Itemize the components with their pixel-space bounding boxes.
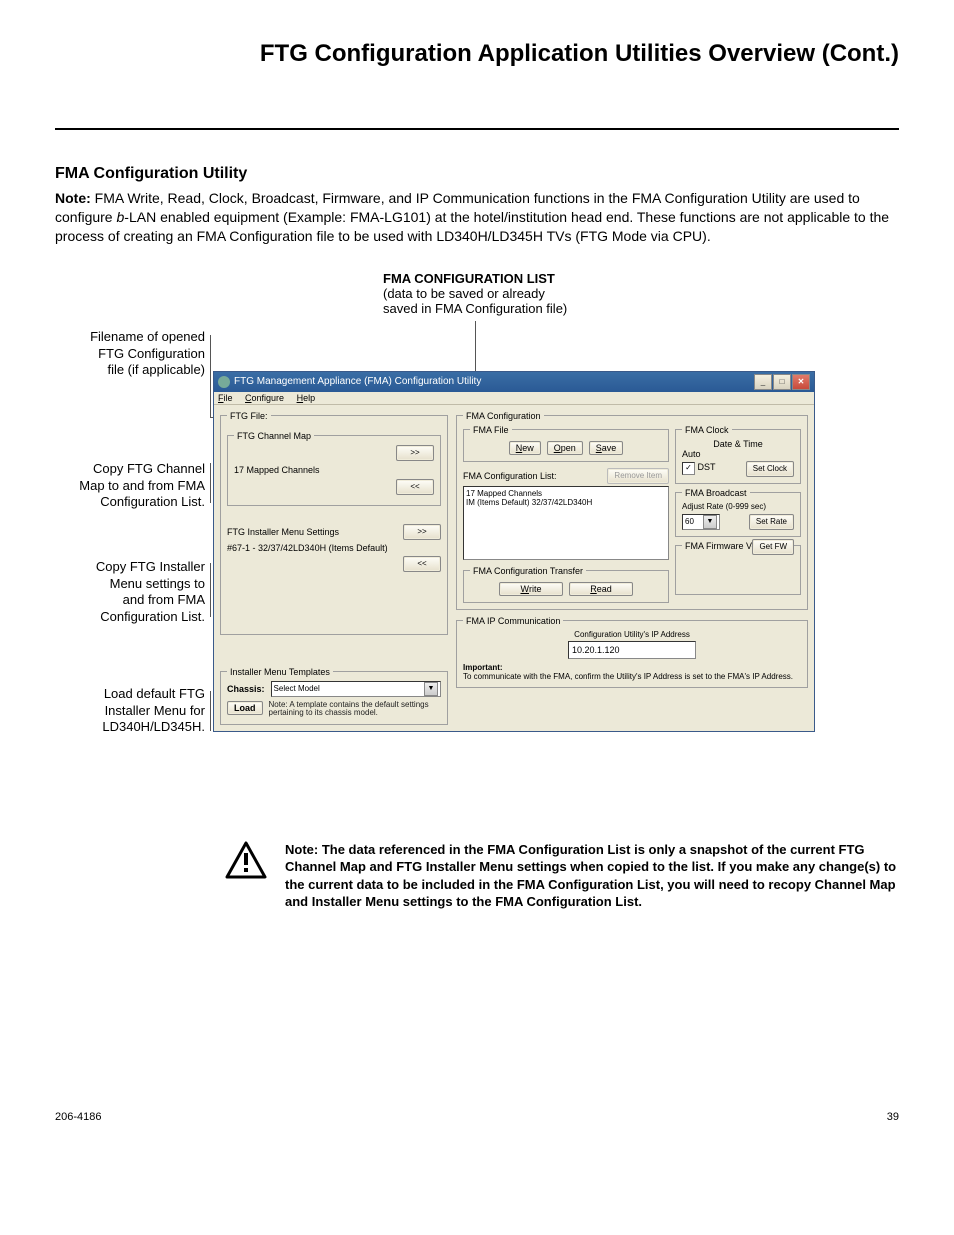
channel-map-group: FTG Channel Map >> 17 Mapped Channels <<: [227, 431, 441, 506]
channel-map-left-button[interactable]: <<: [396, 479, 434, 495]
broadcast-legend: FMA Broadcast: [682, 488, 750, 498]
installer-right-button[interactable]: >>: [403, 524, 441, 540]
callout-copy-channel: Copy FTG ChannelMap to and from FMAConfi…: [55, 461, 205, 512]
clock-legend: FMA Clock: [682, 425, 732, 435]
config-list-sub2: saved in FMA Configuration file): [383, 301, 567, 316]
page-title: FTG Configuration Application Utilities …: [55, 40, 899, 68]
ftg-file-legend: FTG File:: [227, 411, 271, 421]
list-item[interactable]: 17 Mapped Channels: [466, 489, 666, 498]
template-note: Note: A template contains the default se…: [269, 701, 442, 719]
menubar: File Configure Help: [214, 392, 814, 405]
warning-icon: [225, 841, 267, 911]
transfer-legend: FMA Configuration Transfer: [470, 566, 586, 576]
installer-item: #67-1 - 32/37/42LD340H (Items Default): [227, 543, 441, 553]
read-button[interactable]: Read: [569, 582, 633, 596]
important-label: Important:: [463, 663, 503, 672]
ftg-file-group: FTG File: FTG Channel Map >> 17 Mapped C…: [220, 411, 448, 635]
clock-auto: Auto: [682, 449, 794, 459]
fma-config-group: FMA Configuration FMA File New Open Save: [456, 411, 808, 610]
minimize-button[interactable]: _: [754, 374, 772, 390]
ip-legend: FMA IP Communication: [463, 616, 563, 626]
fma-file-group: FMA File New Open Save: [463, 425, 669, 462]
app-icon: [218, 376, 230, 388]
callout-copy-installer: Copy FTG InstallerMenu settings toand fr…: [55, 559, 205, 627]
config-list-sub1: (data to be saved or already: [383, 286, 567, 301]
note-prefix: Note:: [55, 190, 95, 206]
fma-config-legend: FMA Configuration: [463, 411, 544, 421]
app-window: FTG Management Appliance (FMA) Configura…: [213, 371, 815, 733]
remove-item-button[interactable]: Remove Item: [607, 468, 669, 484]
config-listbox[interactable]: 17 Mapped Channels IM (Items Default) 32…: [463, 486, 669, 560]
channel-map-legend: FTG Channel Map: [234, 431, 314, 441]
rate-value: 60: [685, 517, 694, 526]
ip-group: FMA IP Communication Configuration Utili…: [456, 616, 808, 688]
figure-area: FMA CONFIGURATION LIST (data to be saved…: [55, 271, 899, 771]
chassis-value: Select Model: [274, 684, 320, 693]
config-list-label: FMA Configuration List:: [463, 471, 557, 481]
note-body-2: -LAN enabled equipment (Example: FMA-LG1…: [55, 209, 889, 244]
menu-configure[interactable]: Configure: [245, 393, 284, 403]
rate-select[interactable]: 60 ▼: [682, 514, 720, 530]
write-button[interactable]: Write: [499, 582, 563, 596]
transfer-group: FMA Configuration Transfer Write Read: [463, 566, 669, 603]
callout-filename: Filename of openedFTG Configurationfile …: [55, 329, 205, 380]
list-item[interactable]: IM (Items Default) 32/37/42LD340H: [466, 498, 666, 507]
title-rule: [55, 128, 899, 130]
installer-left-button[interactable]: <<: [403, 556, 441, 572]
chassis-label: Chassis:: [227, 684, 265, 694]
new-button[interactable]: New: [509, 441, 541, 455]
get-fw-button[interactable]: Get FW: [752, 539, 794, 555]
menu-file[interactable]: File: [218, 393, 233, 403]
templates-legend: Installer Menu Templates: [227, 667, 333, 677]
rate-label: Adjust Rate (0-999 sec): [682, 502, 794, 511]
chevron-down-icon: ▼: [703, 515, 717, 529]
installer-label: FTG Installer Menu Settings: [227, 527, 339, 537]
set-rate-button[interactable]: Set Rate: [749, 514, 794, 530]
templates-group: Installer Menu Templates Chassis: Select…: [220, 667, 448, 726]
doc-id: 206-4186: [55, 1111, 102, 1123]
close-button[interactable]: ✕: [792, 374, 810, 390]
clock-dt: Date & Time: [682, 439, 794, 449]
page-number: 39: [887, 1111, 899, 1123]
app-title: FTG Management Appliance (FMA) Configura…: [234, 376, 481, 387]
chassis-select[interactable]: Select Model ▼: [271, 681, 441, 697]
save-button[interactable]: Save: [589, 441, 624, 455]
dst-checkbox[interactable]: ✓: [682, 462, 695, 475]
section-heading: FMA Configuration Utility: [55, 165, 899, 183]
dst-label: DST: [698, 462, 716, 472]
menu-help[interactable]: Help: [297, 393, 316, 403]
set-clock-button[interactable]: Set Clock: [746, 461, 794, 477]
section-note: Note: FMA Write, Read, Clock, Broadcast,…: [55, 189, 899, 246]
firmware-group: FMA Firmware Version Get FW: [675, 541, 801, 595]
open-button[interactable]: Open: [547, 441, 583, 455]
channel-map-count: 17 Mapped Channels: [234, 465, 320, 475]
important-text: To communicate with the FMA, confirm the…: [463, 672, 801, 681]
load-button[interactable]: Load: [227, 701, 263, 715]
callout-load-default: Load default FTGInstaller Menu forLD340H…: [55, 686, 205, 737]
channel-map-right-button[interactable]: >>: [396, 445, 434, 461]
fma-file-legend: FMA File: [470, 425, 512, 435]
broadcast-group: FMA Broadcast Adjust Rate (0-999 sec) 60…: [675, 488, 801, 537]
chevron-down-icon: ▼: [424, 682, 438, 696]
clock-group: FMA Clock Date & Time Auto ✓ DST Set Clo…: [675, 425, 801, 484]
ip-input[interactable]: 10.20.1.120: [568, 641, 696, 659]
ip-label: Configuration Utility's IP Address: [463, 630, 801, 639]
maximize-button[interactable]: □: [773, 374, 791, 390]
warning-text: Note: The data referenced in the FMA Con…: [285, 841, 899, 911]
titlebar: FTG Management Appliance (FMA) Configura…: [214, 372, 814, 392]
config-list-title: FMA CONFIGURATION LIST: [383, 271, 567, 286]
